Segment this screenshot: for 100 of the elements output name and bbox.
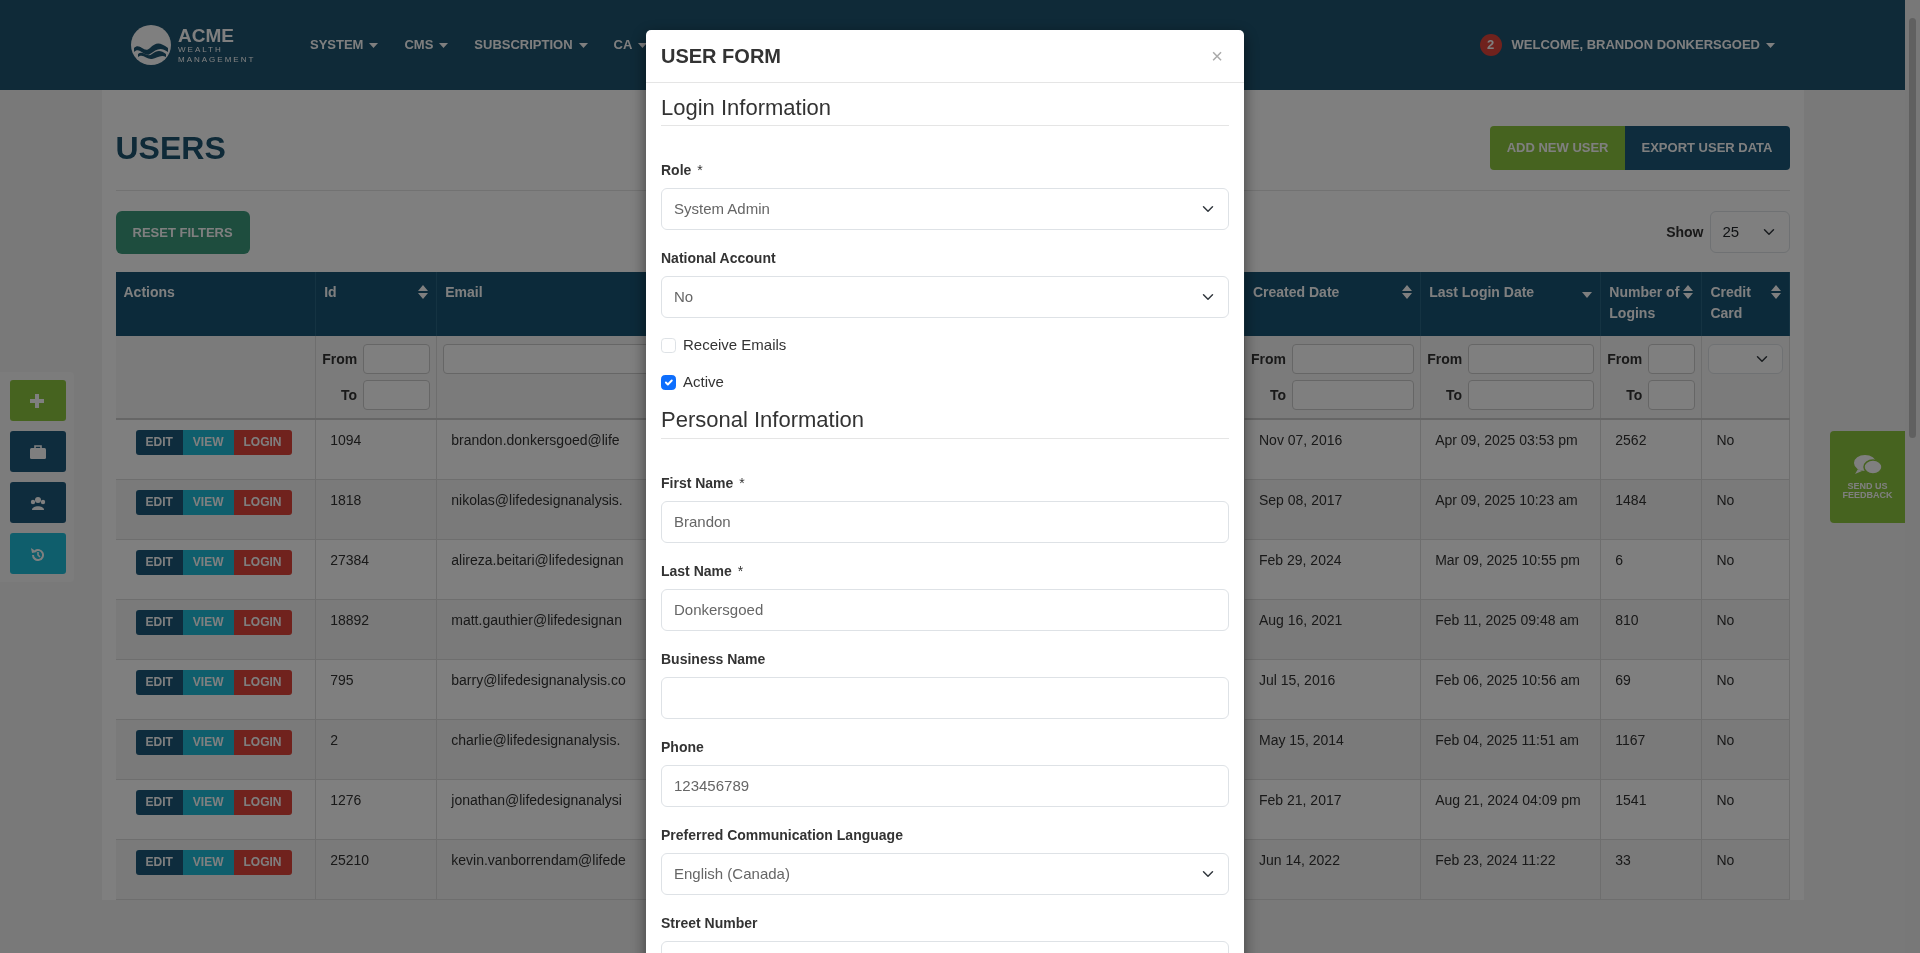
table-cell: No — [1701, 539, 1789, 599]
column-header[interactable]: Created Date — [1253, 282, 1340, 303]
filter-label: From — [322, 349, 358, 369]
users-tool-button[interactable] — [10, 482, 66, 523]
caret-icon — [1766, 42, 1775, 48]
login-button[interactable]: LOGIN — [233, 609, 292, 635]
table-cell: Jun 14, 2022 — [1244, 839, 1421, 899]
filter-label: From — [1607, 349, 1643, 369]
filter-select[interactable] — [1708, 344, 1783, 374]
table-cell: 795 — [315, 659, 437, 719]
login-button[interactable]: LOGIN — [233, 729, 292, 755]
logo-text: ACME — [178, 25, 235, 45]
table-cell: 2 — [315, 719, 437, 779]
login-button[interactable]: LOGIN — [233, 430, 292, 455]
view-button[interactable]: VIEW — [182, 549, 234, 575]
view-button[interactable]: VIEW — [182, 430, 234, 455]
export-button[interactable]: EXPORT USER DATA — [1624, 126, 1790, 170]
filter-input[interactable] — [1468, 380, 1595, 410]
edit-button[interactable]: EDIT — [135, 669, 183, 695]
caret-icon — [439, 42, 449, 48]
edit-button[interactable]: EDIT — [135, 549, 183, 575]
filter-input[interactable] — [1648, 344, 1696, 374]
text-field[interactable] — [661, 676, 1229, 719]
filter-input[interactable] — [1292, 380, 1415, 410]
show-label: Show — [1666, 222, 1704, 242]
briefcase-tool-button[interactable] — [10, 431, 66, 472]
login-button[interactable]: LOGIN — [233, 849, 292, 875]
filter-input[interactable] — [1468, 344, 1595, 374]
table-cell: Feb 04, 2025 11:51 am — [1420, 719, 1601, 779]
filter-input[interactable] — [1648, 380, 1696, 410]
text-field[interactable]: 123456789 — [661, 764, 1229, 807]
select-field[interactable]: English (Canada) — [661, 852, 1229, 895]
edit-button[interactable]: EDIT — [135, 729, 183, 755]
edit-button[interactable]: EDIT — [135, 849, 183, 875]
history-icon — [30, 546, 46, 561]
column-header[interactable]: Number of Logins — [1609, 282, 1680, 324]
filter-label: To — [1445, 385, 1463, 405]
required-mark: * — [697, 162, 703, 179]
table-cell: 1167 — [1600, 719, 1702, 779]
table-cell: 25210 — [315, 839, 437, 899]
text-field[interactable]: Donkersgoed — [661, 588, 1229, 631]
history-tool-button[interactable] — [10, 533, 66, 574]
table-cell: No — [1701, 479, 1789, 539]
sort-icon[interactable] — [1683, 285, 1694, 299]
filter-label: From — [1427, 349, 1463, 369]
required-mark: * — [737, 562, 744, 579]
edit-button[interactable]: EDIT — [135, 609, 183, 635]
column-header[interactable]: Email — [445, 282, 483, 303]
table-cell: 2562 — [1600, 419, 1702, 479]
scrollbar-thumb[interactable] — [1909, 18, 1916, 438]
notification-badge: 2 — [1479, 34, 1502, 56]
view-button[interactable]: VIEW — [182, 729, 234, 755]
login-button[interactable]: LOGIN — [233, 489, 292, 515]
caret-icon — [369, 42, 379, 48]
checkbox[interactable] — [661, 374, 676, 390]
nav-menu-link[interactable]: CMS — [404, 35, 449, 55]
sort-icon[interactable] — [1770, 285, 1781, 299]
filter-input[interactable] — [1292, 344, 1415, 374]
table-cell: Aug 16, 2021 — [1244, 599, 1421, 659]
sort-icon[interactable] — [1402, 285, 1413, 299]
view-button[interactable]: VIEW — [182, 669, 234, 695]
nav-menu-link[interactable]: SUBSCRIPTION — [474, 35, 588, 55]
table-cell: 33 — [1600, 839, 1702, 899]
select-field[interactable]: System Admin — [661, 188, 1229, 231]
table-cell: 18892 — [315, 599, 437, 659]
view-button[interactable]: VIEW — [182, 489, 234, 515]
view-button[interactable]: VIEW — [182, 849, 234, 875]
text-field[interactable]: Brandon — [661, 500, 1229, 543]
table-cell: 1818 — [315, 479, 437, 539]
nav-menu-link[interactable]: SYSTEM — [310, 35, 379, 55]
field-label: Street Number — [661, 914, 758, 931]
view-button[interactable]: VIEW — [182, 789, 234, 815]
view-button[interactable]: VIEW — [182, 609, 234, 635]
edit-button[interactable]: EDIT — [135, 489, 183, 515]
table-cell: 1094 — [315, 419, 437, 479]
login-button[interactable]: LOGIN — [233, 789, 292, 815]
column-header[interactable]: Id — [324, 282, 337, 303]
field-label: Phone — [661, 738, 704, 755]
user-menu-link[interactable]: WELCOME, BRANDON DONKERSGOED — [1511, 35, 1775, 55]
close-button[interactable]: × — [1205, 45, 1229, 67]
reset-filters-button[interactable]: RESET FILTERS — [115, 210, 250, 254]
filter-input[interactable] — [363, 380, 431, 410]
edit-button[interactable]: EDIT — [135, 430, 183, 455]
add-tool-button[interactable] — [10, 380, 66, 421]
table-cell: Aug 21, 2024 04:09 pm — [1420, 779, 1601, 839]
column-header[interactable]: Credit Card — [1710, 282, 1767, 324]
edit-button[interactable]: EDIT — [135, 789, 183, 815]
caret-icon — [578, 42, 588, 48]
table-cell: 1276 — [315, 779, 437, 839]
select-field[interactable]: No — [661, 276, 1229, 319]
section-heading: Login Information — [661, 95, 1229, 127]
page-size-select[interactable]: 25 — [1709, 211, 1790, 254]
column-header[interactable]: Last Login Date — [1429, 282, 1535, 303]
filter-input[interactable] — [363, 344, 431, 374]
login-button[interactable]: LOGIN — [233, 549, 292, 575]
nav-menu-link[interactable]: CA — [613, 35, 648, 55]
sort-icon[interactable] — [418, 285, 429, 299]
dialog-title: USER FORM — [661, 44, 781, 68]
table-cell: Apr 09, 2025 10:23 am — [1420, 479, 1601, 539]
login-button[interactable]: LOGIN — [233, 669, 292, 695]
